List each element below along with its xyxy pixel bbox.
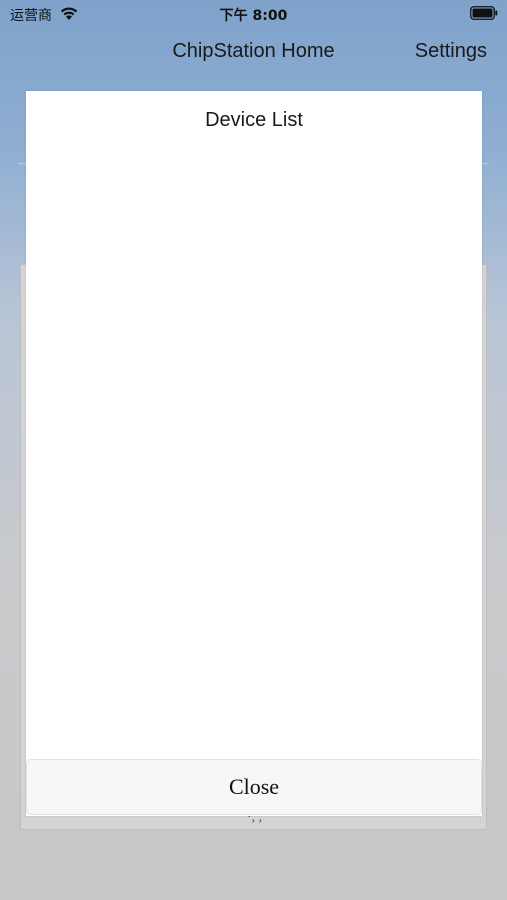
close-button[interactable]: Close: [26, 759, 482, 815]
device-list[interactable]: [26, 153, 482, 753]
modal-title: Device List: [205, 109, 303, 131]
device-list-modal: Device List Close: [26, 91, 482, 816]
clock: 下午 8:00: [219, 8, 288, 24]
battery-icon: [470, 6, 498, 20]
settings-button[interactable]: Settings: [415, 40, 487, 63]
status-bar: 运营商 下午 8:00: [0, 0, 507, 28]
